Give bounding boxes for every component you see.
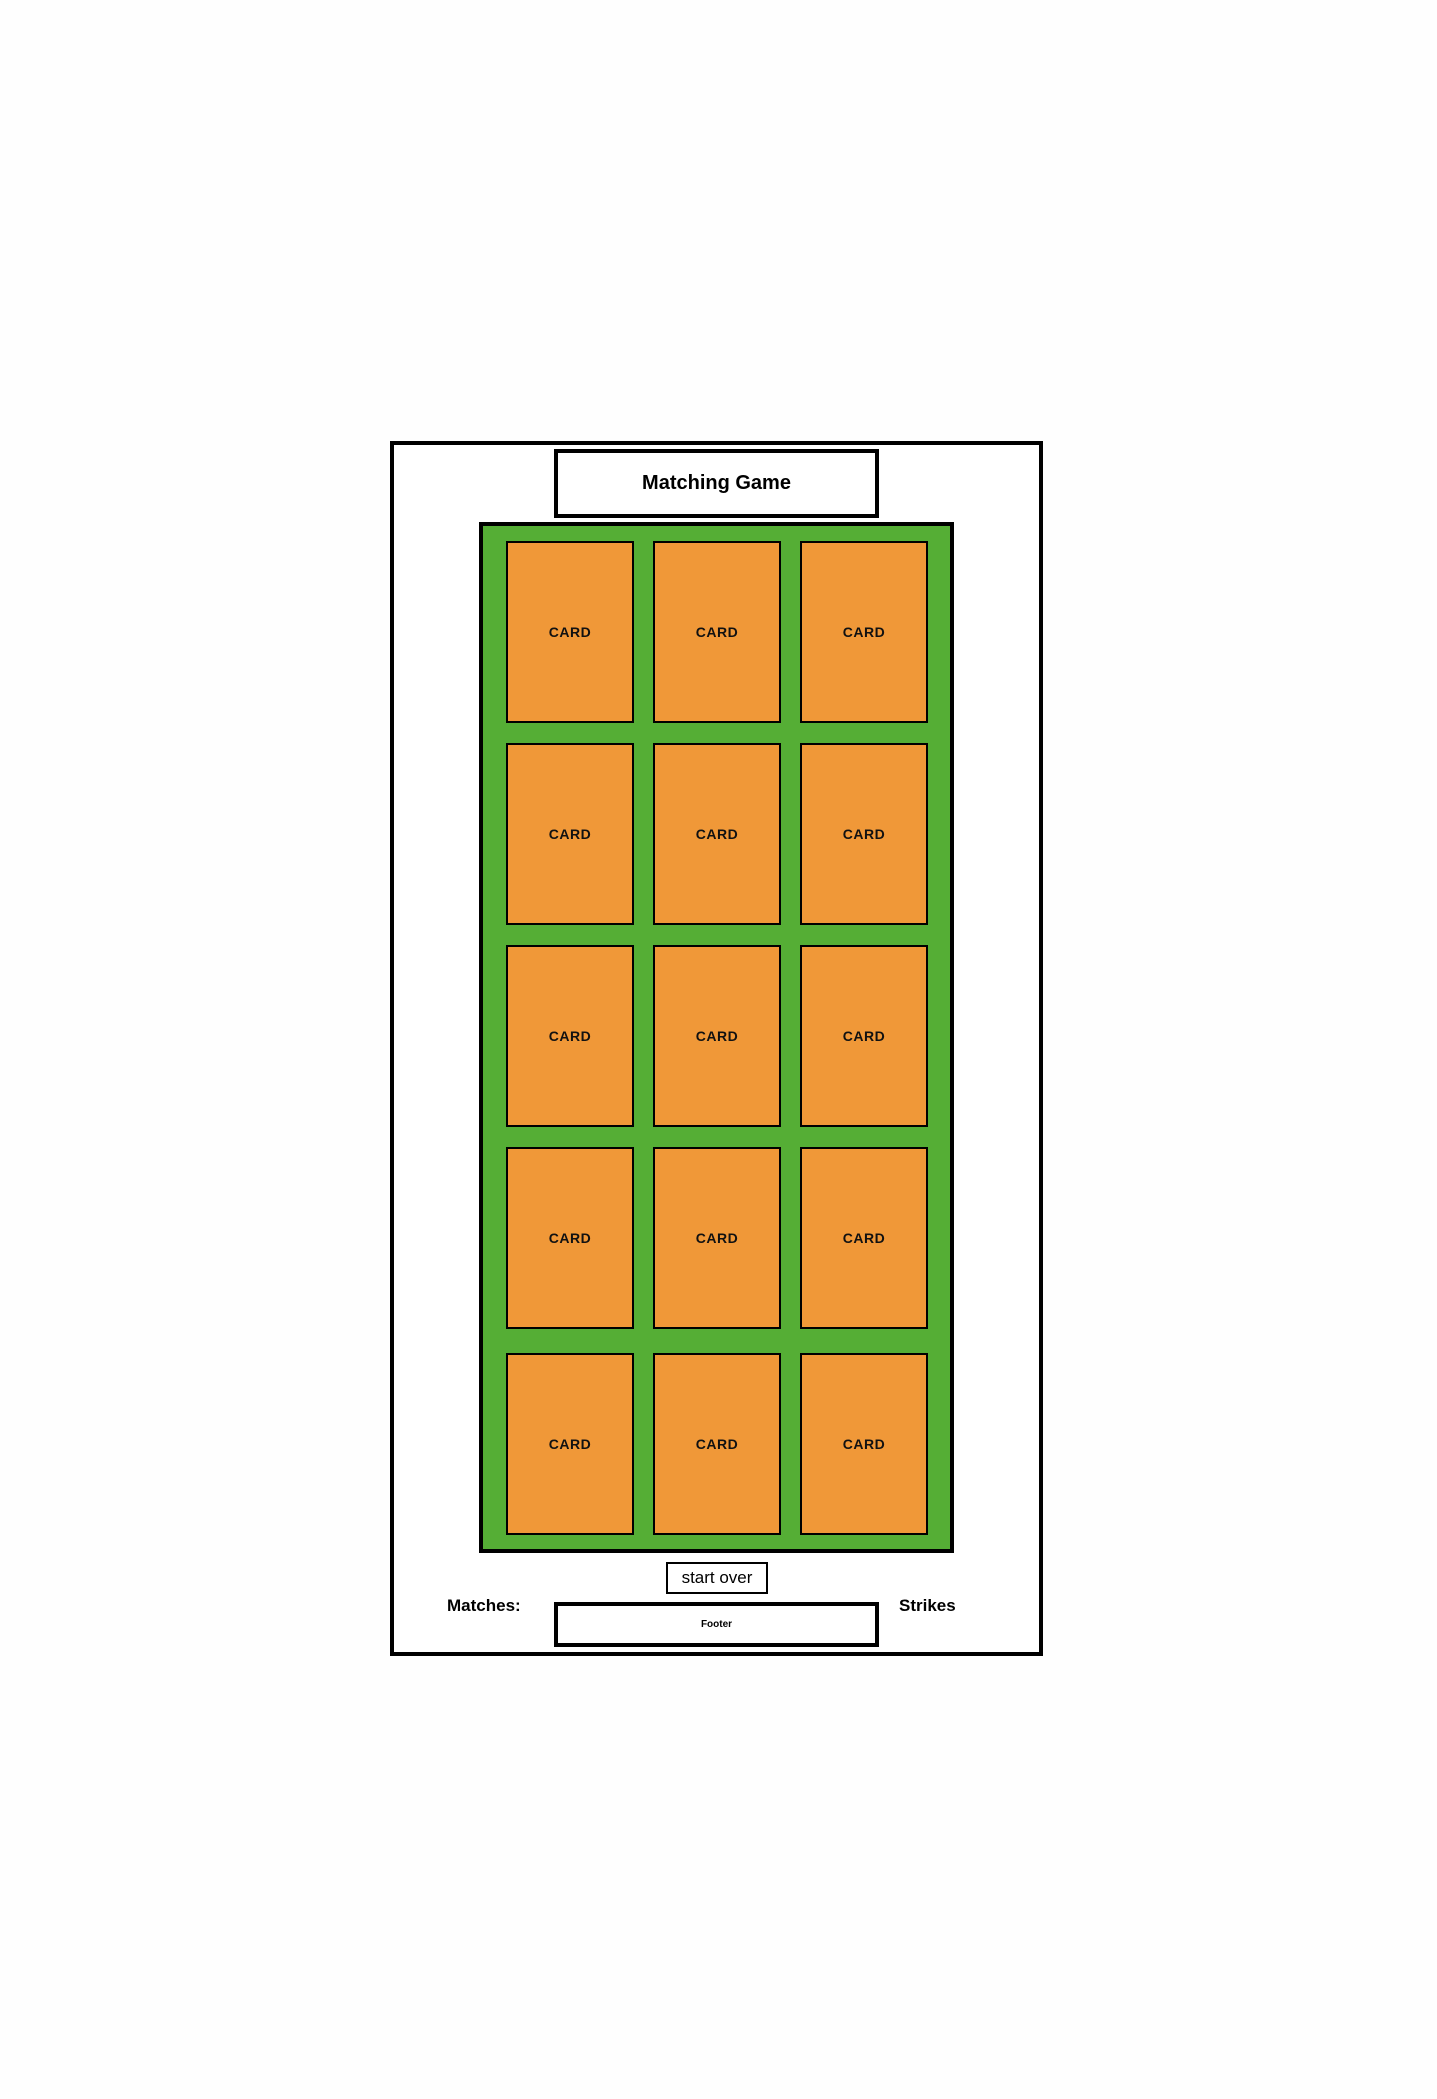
header: Matching Game [554,449,879,518]
card[interactable]: CARD [653,541,781,723]
card[interactable]: CARD [653,945,781,1127]
strikes-label: Strikes [899,1596,956,1615]
card[interactable]: CARD [506,1353,634,1535]
card[interactable]: CARD [653,1147,781,1329]
card-label: CARD [842,826,886,842]
card[interactable]: CARD [800,1353,928,1535]
card[interactable]: CARD [506,541,634,723]
card[interactable]: CARD [800,541,928,723]
page-title: Matching Game [642,472,791,494]
card[interactable]: CARD [506,945,634,1127]
card-label: CARD [548,1028,592,1044]
card[interactable]: CARD [800,1147,928,1329]
card-label: CARD [695,1230,739,1246]
matches-label: Matches: [447,1596,521,1615]
card-label: CARD [695,826,739,842]
card[interactable]: CARD [653,1353,781,1535]
footer: Footer [554,1602,879,1647]
card-label: CARD [695,1436,739,1452]
card-label: CARD [548,624,592,640]
card[interactable]: CARD [506,743,634,925]
footer-text: Footer [700,1619,733,1630]
card[interactable]: CARD [506,1147,634,1329]
card-label: CARD [548,826,592,842]
start-over-button[interactable]: start over [666,1562,768,1594]
card[interactable]: CARD [653,743,781,925]
card-label: CARD [842,1230,886,1246]
card-label: CARD [842,1028,886,1044]
card-label: CARD [842,1436,886,1452]
card[interactable]: CARD [800,743,928,925]
card-label: CARD [548,1230,592,1246]
card-label: CARD [695,624,739,640]
card-label: CARD [842,624,886,640]
card-label: CARD [548,1436,592,1452]
card[interactable]: CARD [800,945,928,1127]
card-label: CARD [695,1028,739,1044]
